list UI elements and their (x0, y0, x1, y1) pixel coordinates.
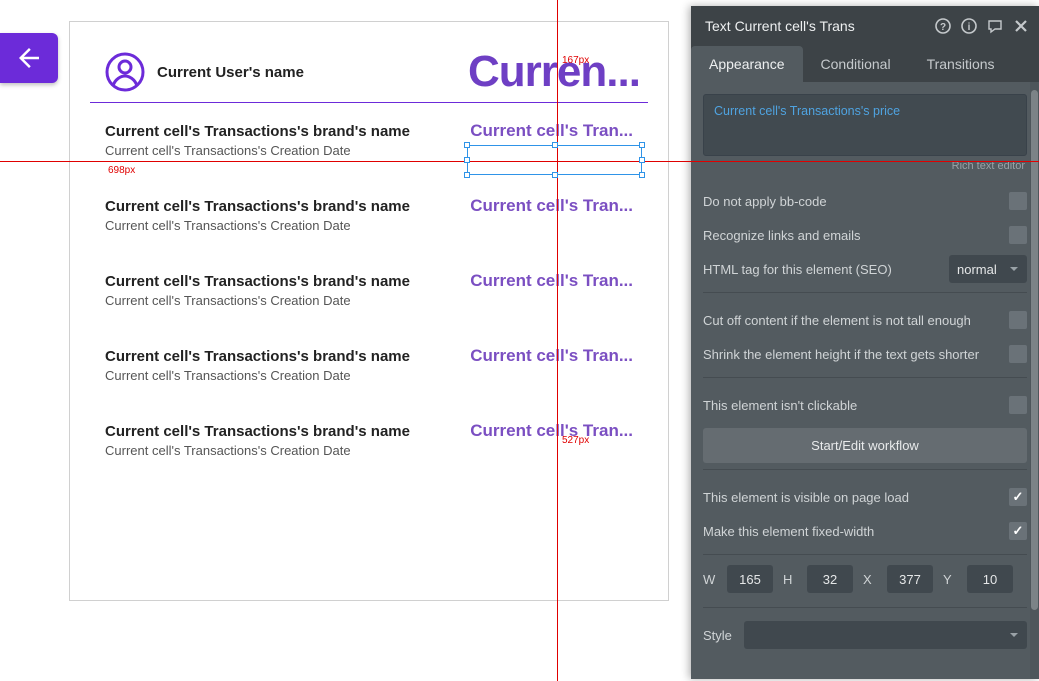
resize-handle[interactable] (639, 142, 645, 148)
prop-seo-label: HTML tag for this element (SEO) (703, 262, 892, 277)
panel-titlebar[interactable]: Text Current cell's Trans ? i (691, 6, 1039, 46)
expression-text: Current cell's Transactions's price (714, 104, 900, 118)
brand-label: Current cell's Transactions's brand's na… (105, 423, 410, 440)
tab-transitions[interactable]: Transitions (909, 46, 1013, 82)
prop-fixedwidth-label: Make this element fixed-width (703, 524, 874, 539)
avatar-icon (105, 52, 145, 92)
brand-label: Current cell's Transactions's brand's na… (105, 198, 410, 215)
panel-tabs: Appearance Conditional Transitions (691, 46, 1039, 82)
guide-measure-mid: 527px (562, 435, 589, 446)
brand-label: Current cell's Transactions's brand's na… (105, 273, 410, 290)
price-label: Current cell's Tran... (470, 121, 633, 141)
list-item[interactable]: Current cell's Transactions's brand's na… (105, 198, 633, 233)
price-label: Current cell's Tran... (470, 271, 633, 291)
properties-panel: Text Current cell's Trans ? i Appearance… (691, 6, 1039, 679)
seo-select-value: normal (957, 262, 997, 277)
prop-shrink-label: Shrink the element height if the text ge… (703, 347, 979, 362)
price-label: Current cell's Tran... (470, 346, 633, 366)
selection-box[interactable] (467, 145, 642, 175)
seo-select[interactable]: normal (949, 255, 1027, 283)
user-name-label: Current User's name (157, 64, 304, 81)
guide-measure-top: 167px (562, 55, 589, 66)
panel-title: Text Current cell's Trans (705, 18, 935, 34)
vertical-guide (557, 0, 558, 681)
checkbox-cutoff[interactable] (1009, 311, 1027, 329)
prop-clickable-label: This element isn't clickable (703, 398, 857, 413)
list-item[interactable]: Current cell's Transactions's brand's na… (105, 273, 633, 308)
date-label: Current cell's Transactions's Creation D… (105, 443, 410, 458)
style-select[interactable] (744, 621, 1027, 649)
comment-icon[interactable] (987, 18, 1003, 34)
brand-label: Current cell's Transactions's brand's na… (105, 348, 410, 365)
dim-x-input[interactable]: 377 (887, 565, 933, 593)
checkbox-clickable[interactable] (1009, 396, 1027, 414)
checkbox-bbcode[interactable] (1009, 192, 1027, 210)
tab-appearance[interactable]: Appearance (691, 46, 803, 82)
prop-bbcode-label: Do not apply bb-code (703, 194, 827, 209)
checkbox-shrink[interactable] (1009, 345, 1027, 363)
arrow-left-icon (14, 43, 44, 73)
panel-scrollbar[interactable] (1030, 82, 1039, 679)
prop-cutoff-label: Cut off content if the element is not ta… (703, 313, 971, 328)
scroll-thumb[interactable] (1031, 90, 1038, 610)
help-icon[interactable]: ? (935, 18, 951, 34)
chevron-down-icon (1009, 264, 1019, 274)
resize-handle[interactable] (464, 142, 470, 148)
checkbox-visible[interactable] (1009, 488, 1027, 506)
dim-h-label: H (783, 572, 797, 587)
list-item[interactable]: Current cell's Transactions's brand's na… (105, 423, 633, 458)
back-button[interactable] (0, 33, 58, 83)
price-label: Current cell's Tran... (470, 421, 633, 441)
chevron-down-icon (1009, 630, 1019, 640)
resize-handle[interactable] (464, 172, 470, 178)
prop-links-label: Recognize links and emails (703, 228, 861, 243)
list-item[interactable]: Current cell's Transactions's brand's na… (105, 348, 633, 383)
style-label: Style (703, 628, 732, 643)
dim-w-input[interactable]: 165 (727, 565, 773, 593)
price-label: Current cell's Tran... (470, 196, 633, 216)
info-icon[interactable]: i (961, 18, 977, 34)
guide-measure-left: 698px (108, 165, 135, 176)
resize-handle[interactable] (639, 157, 645, 163)
tab-conditional[interactable]: Conditional (803, 46, 909, 82)
dim-w-label: W (703, 572, 717, 587)
checkbox-links[interactable] (1009, 226, 1027, 244)
svg-text:?: ? (940, 22, 946, 33)
brand-label: Current cell's Transactions's brand's na… (105, 123, 410, 140)
resize-handle[interactable] (639, 172, 645, 178)
date-label: Current cell's Transactions's Creation D… (105, 293, 410, 308)
expression-editor[interactable]: Current cell's Transactions's price (703, 94, 1027, 156)
resize-handle[interactable] (552, 142, 558, 148)
design-canvas[interactable]: Current User's name Curren... Current ce… (69, 21, 669, 601)
dim-y-input[interactable]: 10 (967, 565, 1013, 593)
prop-visible-label: This element is visible on page load (703, 490, 909, 505)
resize-handle[interactable] (464, 157, 470, 163)
date-label: Current cell's Transactions's Creation D… (105, 218, 410, 233)
date-label: Current cell's Transactions's Creation D… (105, 143, 410, 158)
close-icon[interactable] (1013, 18, 1029, 34)
panel-body: Current cell's Transactions's price Rich… (691, 82, 1039, 679)
date-label: Current cell's Transactions's Creation D… (105, 368, 410, 383)
dim-h-input[interactable]: 32 (807, 565, 853, 593)
dim-y-label: Y (943, 572, 957, 587)
checkbox-fixedwidth[interactable] (1009, 522, 1027, 540)
svg-text:i: i (968, 22, 971, 33)
resize-handle[interactable] (552, 172, 558, 178)
dim-x-label: X (863, 572, 877, 587)
start-edit-workflow-button[interactable]: Start/Edit workflow (703, 428, 1027, 463)
